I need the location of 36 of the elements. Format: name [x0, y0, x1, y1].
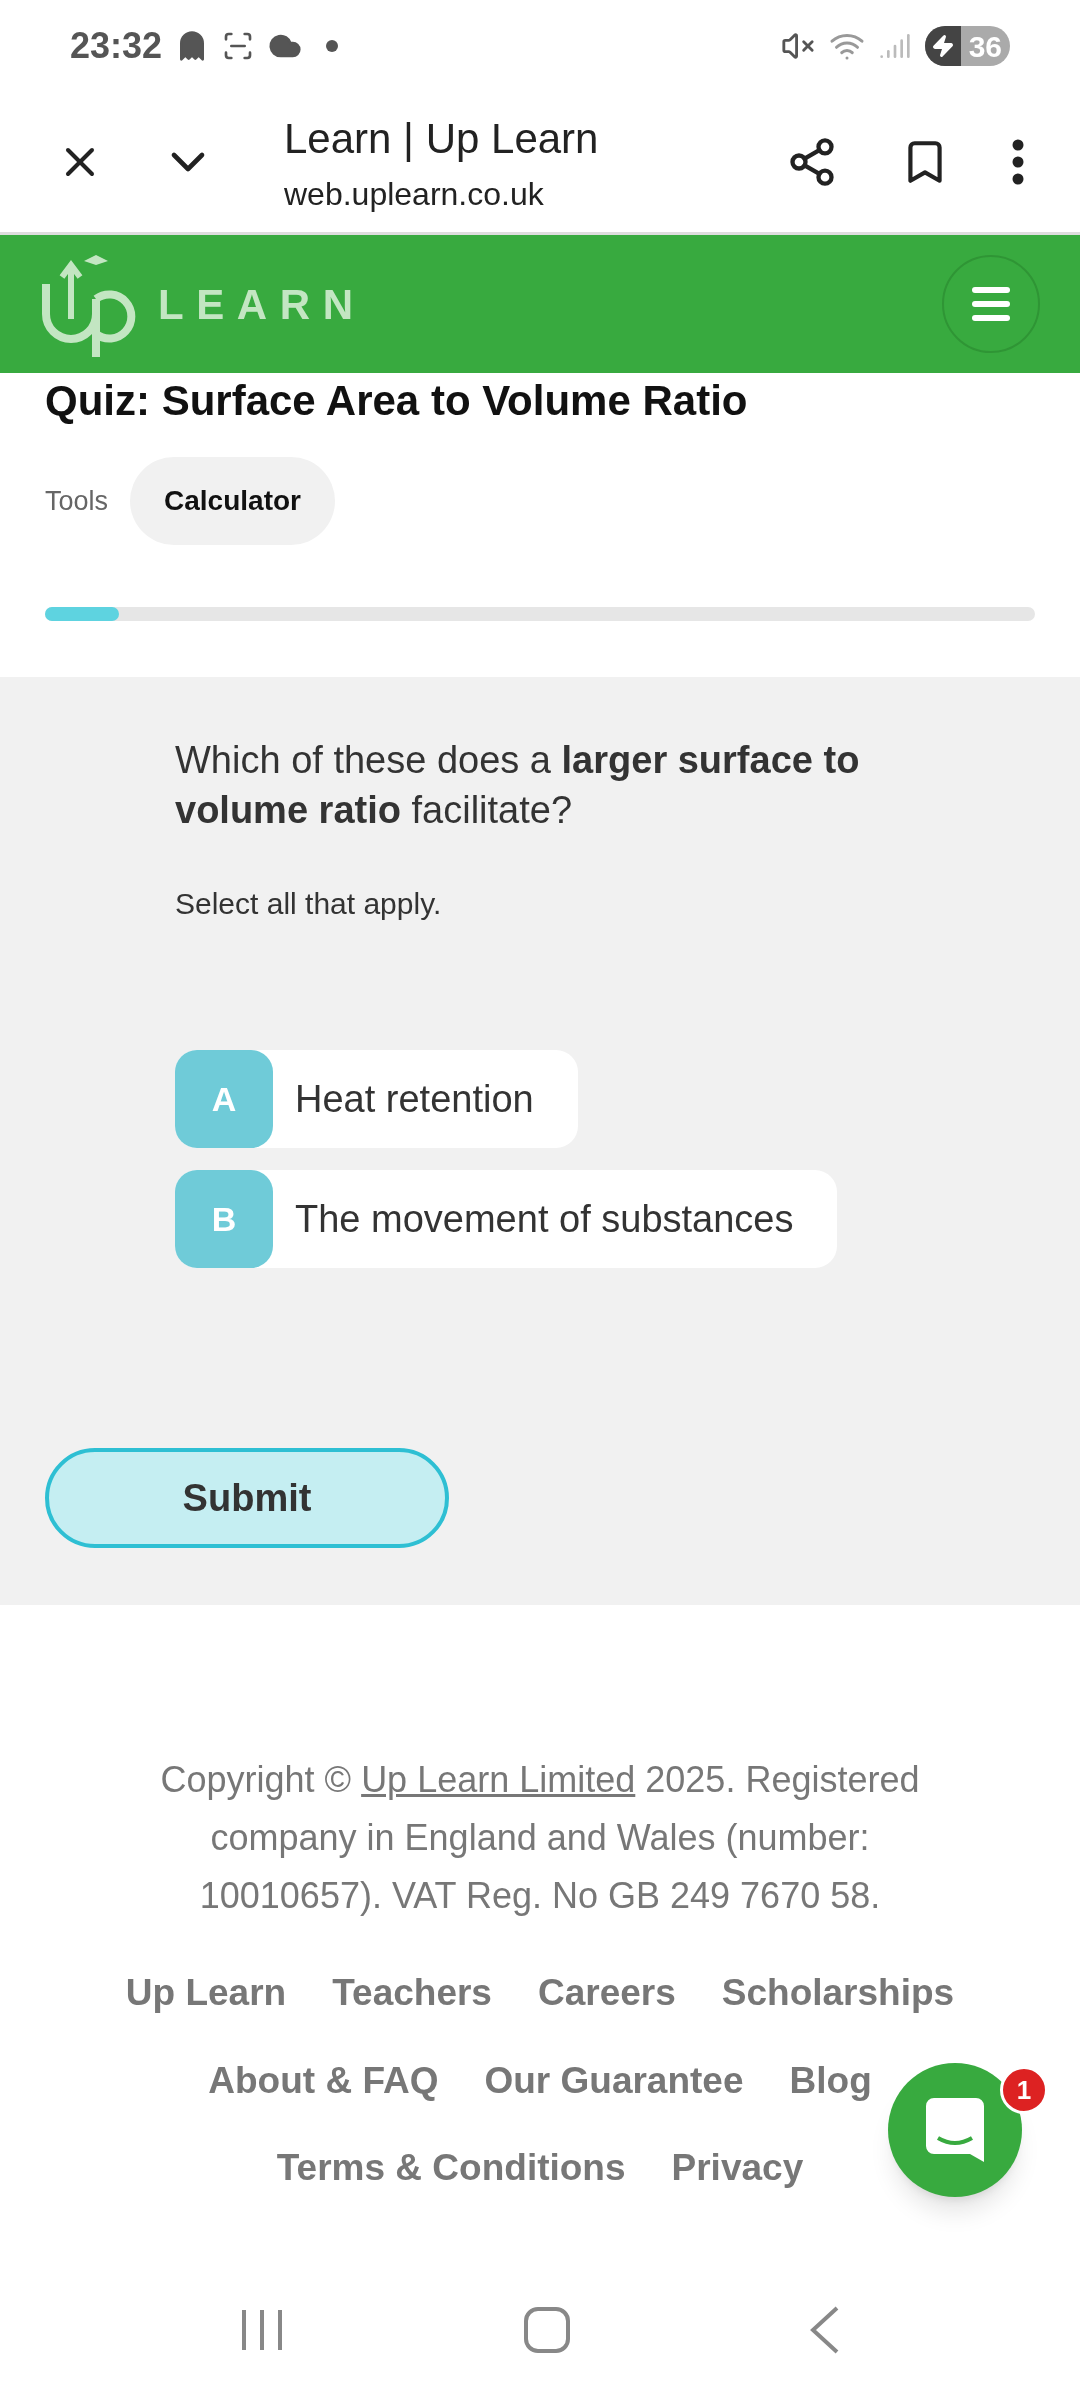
instruction-text: Select all that apply. [175, 886, 443, 922]
back-icon[interactable] [810, 2306, 840, 2354]
battery-level: 36 [967, 28, 1003, 65]
footer-link[interactable]: Scholarships [721, 1965, 955, 2021]
company-link[interactable]: Up Learn Limited [361, 1759, 636, 1800]
page-title: Learn | Up Learn [284, 113, 599, 164]
chat-icon [926, 2098, 984, 2162]
calculator-button[interactable]: Calculator [130, 457, 335, 545]
submit-button[interactable]: Submit [45, 1448, 449, 1548]
quiz-title: Quiz: Surface Area to Volume Ratio [45, 376, 748, 426]
more-button[interactable] [1012, 139, 1024, 185]
footer-link[interactable]: Up Learn [125, 1965, 287, 2021]
notification-badge: 1 [1000, 2066, 1048, 2114]
clock: 23:32 [70, 24, 163, 68]
answer-option[interactable]: B The movement of substances [175, 1170, 838, 1268]
footer-link[interactable]: Privacy [671, 2140, 804, 2196]
footer-link[interactable]: Teachers [332, 1965, 492, 2021]
logo-wordmark: LEARN [158, 279, 366, 330]
more-icon [1012, 139, 1024, 185]
footer-link[interactable]: About & FAQ [208, 2052, 439, 2108]
option-text: The movement of substances [295, 1196, 794, 1242]
tools-label: Tools [45, 484, 109, 518]
option-letter: B [175, 1170, 273, 1268]
answer-option[interactable]: A Heat retention [175, 1050, 578, 1148]
footer-link[interactable]: Careers [537, 1965, 676, 2021]
home-icon[interactable] [524, 2307, 570, 2353]
recent-apps-icon[interactable] [240, 2308, 284, 2352]
question-text: Which of these does a larger surface to volume ratio facilitate? [175, 738, 861, 833]
option-text: Heat retention [295, 1076, 534, 1122]
footer-link[interactable]: Our Guarantee [484, 2052, 744, 2108]
page-url: web.uplearn.co.uk [284, 174, 545, 214]
footer-link[interactable]: Terms & Conditions [276, 2140, 626, 2196]
footer-link[interactable]: Blog [789, 2052, 872, 2108]
menu-button[interactable] [942, 255, 1040, 353]
copyright-text: Copyright © Up Learn Limited 2025. Registered company in England and Wales (number: 10010657). VAT Reg. No GB 249 7670 58. [159, 1758, 921, 1918]
option-letter: A [175, 1050, 273, 1148]
